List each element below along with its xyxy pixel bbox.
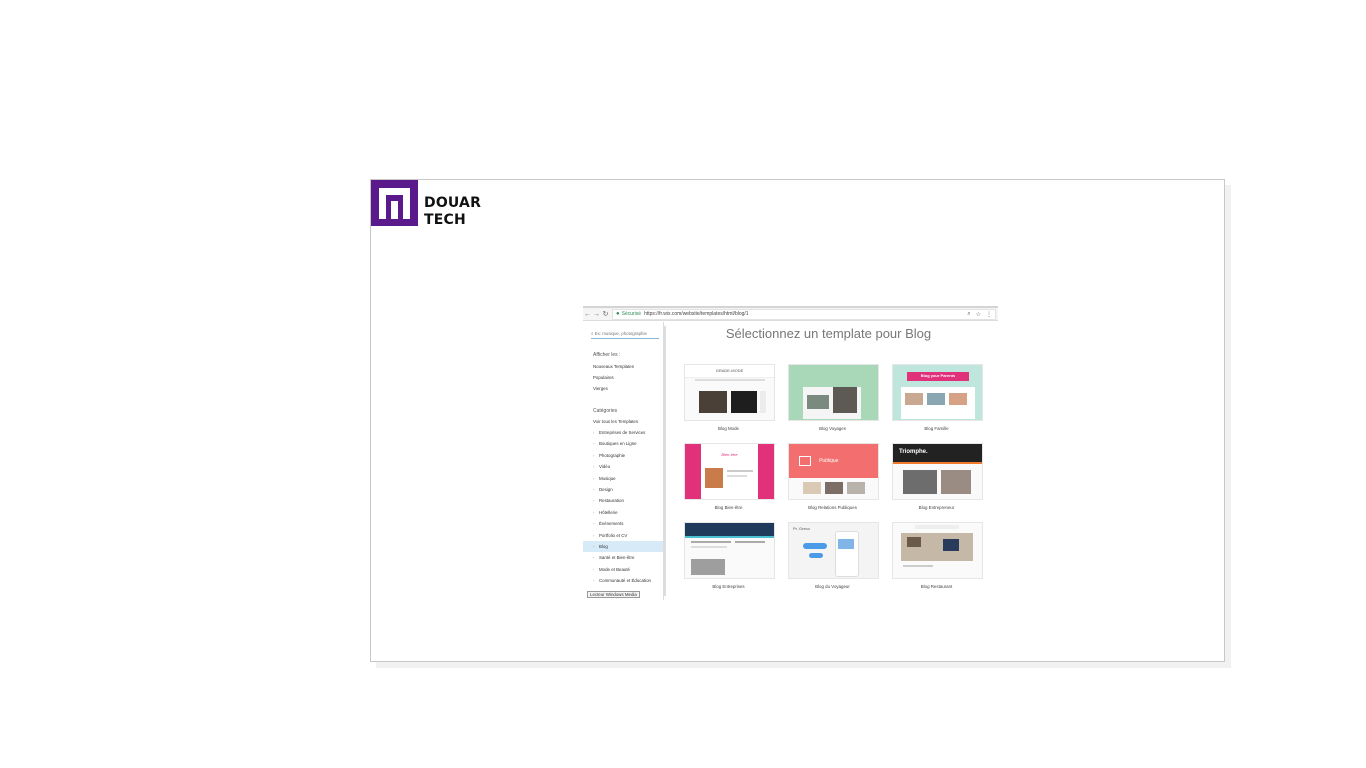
- category-item[interactable]: Boutiques en Ligne: [593, 438, 663, 450]
- template-thumbnail[interactable]: [892, 522, 983, 579]
- template-caption: Blog Entrepreneur: [918, 505, 955, 510]
- thumb-header-text: Blog your Parents: [920, 373, 956, 378]
- template-search-input[interactable]: ⌕ Ex: musique, photographie: [591, 331, 659, 339]
- template-thumbnail[interactable]: GRADE-MODE: [684, 364, 775, 421]
- template-caption: Blog Restaurant: [920, 584, 953, 589]
- zoom-search-icon[interactable]: ⌕: [967, 311, 970, 318]
- template-thumbnail[interactable]: Blog your Parents: [892, 364, 983, 421]
- logo-line-2: TECH: [424, 212, 466, 228]
- template-card-travel[interactable]: Blog Voyages: [788, 364, 879, 443]
- star-icon[interactable]: ☆: [976, 311, 981, 318]
- logo-wordmark: DOUAR TECH: [424, 195, 481, 229]
- reload-icon[interactable]: ↻: [601, 310, 610, 318]
- category-item[interactable]: Portfolio et CV: [593, 530, 663, 542]
- template-card-entrepreneur[interactable]: Triomphe. Blog Entrepreneur: [892, 443, 983, 522]
- category-item[interactable]: Mode et Beauté: [593, 564, 663, 576]
- douar-tech-logo: DOUAR TECH: [371, 180, 481, 229]
- category-item[interactable]: Restauration: [593, 495, 663, 507]
- url-text: https://fr.wix.com/website/templates/htm…: [644, 311, 749, 317]
- template-caption: Blog Entreprises: [712, 584, 745, 589]
- category-item[interactable]: Hôtellerie: [593, 507, 663, 519]
- browser-toolbar: ← → ↻ ● Sécurisé https://fr.wix.com/webs…: [583, 308, 998, 321]
- filter-blank[interactable]: Vierges: [593, 386, 663, 391]
- thumb-header-text: Triomphe.: [899, 449, 928, 455]
- template-caption: Blog Relations Publiques: [808, 505, 857, 510]
- template-card-family[interactable]: Blog your Parents Blog Famille: [892, 364, 983, 443]
- template-thumbnail[interactable]: [788, 364, 879, 421]
- template-card-pr[interactable]: Publique Blog Relations Publiques: [788, 443, 879, 522]
- template-card-fashion[interactable]: GRADE-MODE Blog Mode: [684, 364, 775, 443]
- template-card-restaurant[interactable]: Blog Restaurant: [892, 522, 983, 601]
- template-card-wellness[interactable]: Bien-être Blog Bien-être: [684, 443, 775, 522]
- category-item[interactable]: Musique: [593, 473, 663, 485]
- thumb-header-text: Publique: [819, 458, 839, 464]
- template-thumbnail[interactable]: Triomphe.: [892, 443, 983, 500]
- categories-title: Catégories: [593, 408, 618, 414]
- template-thumbnail[interactable]: Publique: [788, 443, 879, 500]
- media-player-tooltip: Lecteur Windows Media: [587, 591, 640, 598]
- thumb-header-text: GRADE-MODE: [715, 368, 744, 373]
- forward-arrow-icon[interactable]: →: [592, 311, 601, 318]
- template-caption: Blog du Voyageur: [815, 584, 850, 589]
- templates-grid: GRADE-MODE Blog Mode Blog Voyages Blog y…: [684, 364, 983, 601]
- template-caption: Blog Bien-être: [714, 505, 743, 510]
- page-title: Sélectionnez un template pour Blog: [725, 326, 932, 341]
- category-item-blog-active[interactable]: Blog: [583, 540, 663, 553]
- embedded-browser-window: ← → ↻ ● Sécurisé https://fr.wix.com/webs…: [583, 306, 998, 600]
- address-bar[interactable]: ● Sécurisé https://fr.wix.com/website/te…: [612, 308, 996, 320]
- template-thumbnail[interactable]: Bien-être: [684, 443, 775, 500]
- templates-main: Sélectionnez un template pour Blog GRADE…: [664, 322, 998, 600]
- category-item[interactable]: Vidéo: [593, 461, 663, 473]
- category-item[interactable]: Photographie: [593, 450, 663, 462]
- thumb-header-text: Pr. Greco: [793, 526, 810, 531]
- template-filter-sidebar: ⌕ Ex: musique, photographie Afficher les…: [583, 322, 666, 600]
- menu-dots-icon[interactable]: ⋮: [986, 311, 992, 318]
- search-placeholder: Ex: musique, photographie: [594, 331, 647, 336]
- category-item[interactable]: Design: [593, 484, 663, 496]
- template-thumbnail[interactable]: Pr. Greco: [788, 522, 879, 579]
- filter-new-templates[interactable]: Nouveaux Templates: [593, 364, 663, 369]
- logo-line-1: DOUAR: [424, 195, 482, 211]
- category-item[interactable]: Événements: [593, 518, 663, 530]
- all-templates-link[interactable]: Voir tous les Templates: [593, 419, 663, 424]
- secure-label: Sécurisé: [621, 311, 642, 317]
- template-caption: Blog Voyages: [819, 426, 846, 431]
- slide-frame: DOUAR TECH ← → ↻ ● Sécurisé https://fr.w…: [370, 179, 1225, 662]
- template-card-business[interactable]: Blog Entreprises: [684, 522, 775, 601]
- category-item[interactable]: Santé et Bien-être: [593, 552, 663, 564]
- lock-icon: ●: [616, 311, 620, 317]
- category-item[interactable]: Entreprises de Services: [593, 427, 663, 439]
- template-caption: Blog Mode: [718, 426, 739, 431]
- category-item[interactable]: Communauté et Éducation: [593, 575, 663, 587]
- douar-tech-logo-mark: [371, 180, 418, 226]
- template-thumbnail[interactable]: [684, 522, 775, 579]
- thumb-header-text: Bien-être: [721, 452, 738, 457]
- template-caption: Blog Famille: [924, 426, 949, 431]
- filter-popular[interactable]: Populaires: [593, 375, 663, 380]
- template-card-traveler[interactable]: Pr. Greco Blog du Voyageur: [788, 522, 879, 601]
- show-section-title: Afficher les :: [593, 352, 621, 358]
- back-arrow-icon[interactable]: ←: [583, 311, 592, 318]
